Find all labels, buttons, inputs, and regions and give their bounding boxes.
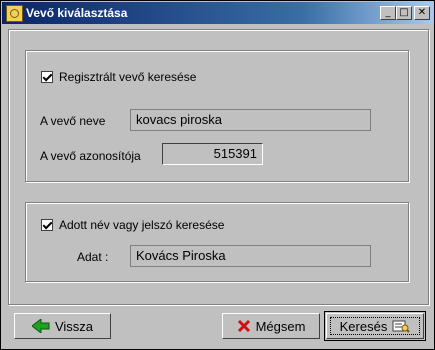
minimize-button[interactable]: _ <box>380 6 396 20</box>
close-button[interactable]: ✕ <box>414 6 430 20</box>
customer-id-label: A vevő azonosítója <box>40 149 141 163</box>
keyword-search-checkbox-label: Adott név vagy jelszó keresése <box>59 218 225 232</box>
cancel-button[interactable]: Mégsem <box>222 313 320 339</box>
cancel-button-label: Mégsem <box>255 318 306 334</box>
search-document-icon <box>392 320 411 333</box>
data-field[interactable]: Kovács Piroska <box>130 245 371 267</box>
search-button-label: Keresés <box>339 318 388 334</box>
back-button[interactable]: Vissza <box>14 313 111 339</box>
green-arrow-left-icon <box>31 319 50 333</box>
maximize-icon: □ <box>399 7 409 18</box>
dialog-window: Vevő kiválasztása _ □ ✕ Regisztrált vevő… <box>0 0 435 350</box>
red-x-icon <box>237 319 250 333</box>
data-label: Adat : <box>77 250 109 264</box>
checkbox-checked-icon <box>41 219 53 231</box>
registered-customer-checkbox[interactable]: Regisztrált vevő keresése <box>41 70 196 84</box>
window-title: Vevő kiválasztása <box>26 6 128 20</box>
search-button[interactable]: Keresés <box>324 311 426 341</box>
maximize-button[interactable]: □ <box>396 6 412 20</box>
keyword-search-checkbox[interactable]: Adott név vagy jelszó keresése <box>41 218 224 232</box>
keyword-search-group <box>25 202 409 282</box>
close-icon: ✕ <box>417 7 427 18</box>
customer-id-field: 515391 <box>162 143 263 165</box>
app-icon <box>6 5 23 22</box>
title-bar[interactable]: Vevő kiválasztása _ □ ✕ <box>2 2 433 24</box>
checkbox-checked-icon <box>41 71 53 83</box>
customer-name-label: A vevő neve <box>40 114 106 128</box>
registered-customer-checkbox-label: Regisztrált vevő keresése <box>59 70 197 84</box>
back-button-label: Vissza <box>54 318 94 334</box>
customer-name-field[interactable]: kovacs piroska <box>130 109 371 131</box>
minimize-icon: _ <box>385 7 391 18</box>
